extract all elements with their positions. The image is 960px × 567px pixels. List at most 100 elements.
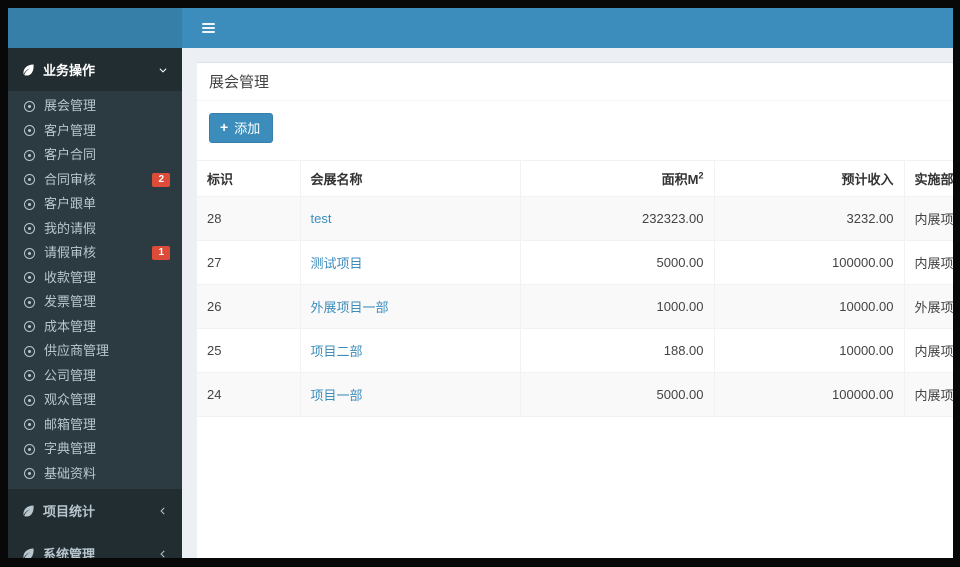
circle-icon: [24, 394, 35, 406]
exhibition-link[interactable]: 测试项目: [311, 256, 363, 271]
sidebar-item-company-management[interactable]: 公司管理: [8, 364, 182, 389]
sidebar-item-customer-follow-up[interactable]: 客户跟单: [8, 192, 182, 217]
cell-name: 项目一部: [300, 372, 521, 417]
topbar: [182, 8, 953, 48]
chevron-left-icon: [160, 550, 165, 557]
sidebar-item-basic-data[interactable]: 基础资料: [8, 462, 182, 487]
cell-area: 5000.00: [520, 240, 715, 285]
table-row: 24 项目一部 5000.00100000.00内展项目一部: [197, 372, 953, 417]
treeview-menu: 展会管理客户管理客户合同 合同审核 2 客户跟单我的请假请假审核 1 收款管理发票管理成本…: [8, 91, 182, 489]
sidebar: 业务操作展会管理客户管理客户合同 合同审核 2 客户跟单我的请假请假审核 1 收款管理发票…: [8, 8, 182, 558]
sidebar-item-label: 发票管理: [44, 294, 97, 309]
circle-icon: [24, 345, 35, 357]
sidebar-item-label: 公司管理: [44, 367, 97, 383]
table-row: 25 项目二部 188.0010000.00内展项目二部: [197, 328, 953, 373]
circle-icon: [24, 443, 35, 455]
cell-dept: 内展项目一部: [904, 372, 953, 417]
sidebar-item-invoice-management[interactable]: 发票管理: [8, 290, 182, 315]
exhibition-link[interactable]: 项目一部: [311, 388, 363, 403]
sidebar-item-label: 我的请假: [44, 220, 97, 236]
cell-name: 测试项目: [300, 240, 521, 285]
table-row: 26外展项目一部1000.0010000.00外展项目一部: [197, 284, 953, 329]
sidebar-section-label: 项目统计: [43, 504, 96, 519]
cell-id: 25: [197, 328, 301, 373]
sidebar-item-supplier-management[interactable]: 供应商管理: [8, 339, 182, 364]
logo-area: [8, 8, 182, 48]
sidebar-menu: 业务操作展会管理客户管理客户合同 合同审核 2 客户跟单我的请假请假审核 1 收款管理发票…: [8, 48, 182, 558]
circle-icon: [24, 100, 35, 112]
circle-icon: [24, 370, 35, 382]
column-header-name: 会展名称: [300, 160, 521, 197]
plus-icon: +: [220, 119, 229, 135]
chevron-down-icon: [159, 67, 167, 73]
circle-icon: [24, 198, 35, 210]
sidebar-item-label: 邮箱管理: [44, 416, 97, 432]
sidebar-item-my-leave[interactable]: 我的请假: [8, 217, 182, 242]
sidebar-item-cost-management[interactable]: 成本管理: [8, 315, 182, 340]
table-row: 27 测试项目 5000.00100000.00内展项目一部: [197, 240, 953, 285]
exhibition-link[interactable]: 外展项目一部: [311, 300, 389, 315]
add-button-label: 添加: [234, 121, 261, 136]
leaf-icon: [23, 64, 34, 76]
cell-income: 3232.00: [714, 196, 905, 241]
sidebar-section-business-operations[interactable]: 业务操作: [8, 48, 182, 91]
cell-id: 27: [197, 240, 301, 285]
sidebar-item-customer-management[interactable]: 客户管理: [8, 119, 182, 144]
cell-dept: 内展项目一部: [904, 240, 953, 285]
cell-name: 外展项目一部: [300, 284, 521, 329]
sidebar-item-exhibition-management[interactable]: 展会管理: [8, 94, 182, 119]
sidebar-item-label: 供应商管理: [44, 343, 110, 358]
circle-icon: [24, 272, 35, 284]
sidebar-item-customer-contract[interactable]: 客户合同: [8, 143, 182, 168]
add-button[interactable]: + 添加: [209, 113, 274, 143]
leaf-icon: [23, 505, 34, 517]
sidebar-item-mailbox-management[interactable]: 邮箱管理: [8, 413, 182, 438]
screen: 业务操作展会管理客户管理客户合同 合同审核 2 客户跟单我的请假请假审核 1 收款管理发票…: [8, 8, 953, 558]
sidebar-item-dictionary-management[interactable]: 字典管理: [8, 437, 182, 462]
sidebar-item-label: 客户管理: [44, 122, 97, 138]
sidebar-item-label: 字典管理: [44, 441, 97, 456]
cell-id: 24: [197, 372, 301, 417]
sidebar-section-system-management[interactable]: 系统管理: [8, 532, 182, 558]
sidebar-toggle-icon[interactable]: [193, 13, 223, 43]
circle-icon: [24, 247, 35, 259]
table-row: 28 test 232323.003232.00内展项目一部: [197, 196, 953, 241]
box-body: + 添加 标识会展名称面积M2预计收入实施部门 28 test 232323.003…: [197, 101, 953, 417]
exhibition-link[interactable]: 项目二部: [311, 344, 363, 359]
circle-icon: [24, 149, 35, 161]
sidebar-item-label: 展会管理: [44, 98, 97, 113]
circle-icon: [24, 296, 35, 308]
cell-name: test: [300, 196, 521, 241]
exhibition-link[interactable]: test: [311, 211, 332, 226]
sidebar-item-leave-review[interactable]: 请假审核 1: [8, 241, 182, 266]
column-header-dept: 实施部门: [904, 160, 953, 197]
leaf-icon: [23, 548, 34, 558]
cell-dept: 内展项目二部: [904, 328, 953, 373]
sidebar-item-contract-review[interactable]: 合同审核 2: [8, 168, 182, 193]
sidebar-item-label: 合同审核: [44, 171, 97, 187]
cell-income: 100000.00: [714, 372, 905, 417]
column-header-income: 预计收入: [714, 160, 905, 197]
sidebar-item-label: 观众管理: [44, 392, 97, 407]
cell-id: 28: [197, 196, 301, 241]
cell-area: 5000.00: [520, 372, 715, 417]
cell-income: 10000.00: [714, 284, 905, 329]
page-title: 展会管理: [209, 74, 270, 91]
app-frame: 业务操作展会管理客户管理客户合同 合同审核 2 客户跟单我的请假请假审核 1 收款管理发票…: [0, 0, 960, 567]
box-header: 展会管理: [197, 63, 953, 101]
sidebar-item-label: 成本管理: [44, 318, 97, 334]
sidebar-item-payment-management[interactable]: 收款管理: [8, 266, 182, 291]
cell-area: 232323.00: [520, 196, 715, 241]
sidebar-item-label: 收款管理: [44, 269, 97, 285]
cell-name: 项目二部: [300, 328, 521, 373]
main-area: 展会管理 + 添加 标识会展名称面积M2预计收入实施部门 28 test 23232…: [182, 8, 953, 558]
table-body: 28test232323.003232.00内展项目一部27测试项目5000.0…: [197, 196, 953, 417]
circle-icon: [24, 468, 35, 480]
column-header-id: 标识: [197, 160, 301, 197]
sidebar-section-label: 系统管理: [43, 547, 96, 558]
cell-dept: 内展项目一部: [904, 196, 953, 241]
sidebar-item-audience-management[interactable]: 观众管理: [8, 388, 182, 413]
sidebar-section-project-statistics[interactable]: 项目统计: [8, 489, 182, 532]
content-area: 展会管理 + 添加 标识会展名称面积M2预计收入实施部门 28 test 23232…: [182, 48, 953, 558]
circle-icon: [24, 174, 35, 186]
